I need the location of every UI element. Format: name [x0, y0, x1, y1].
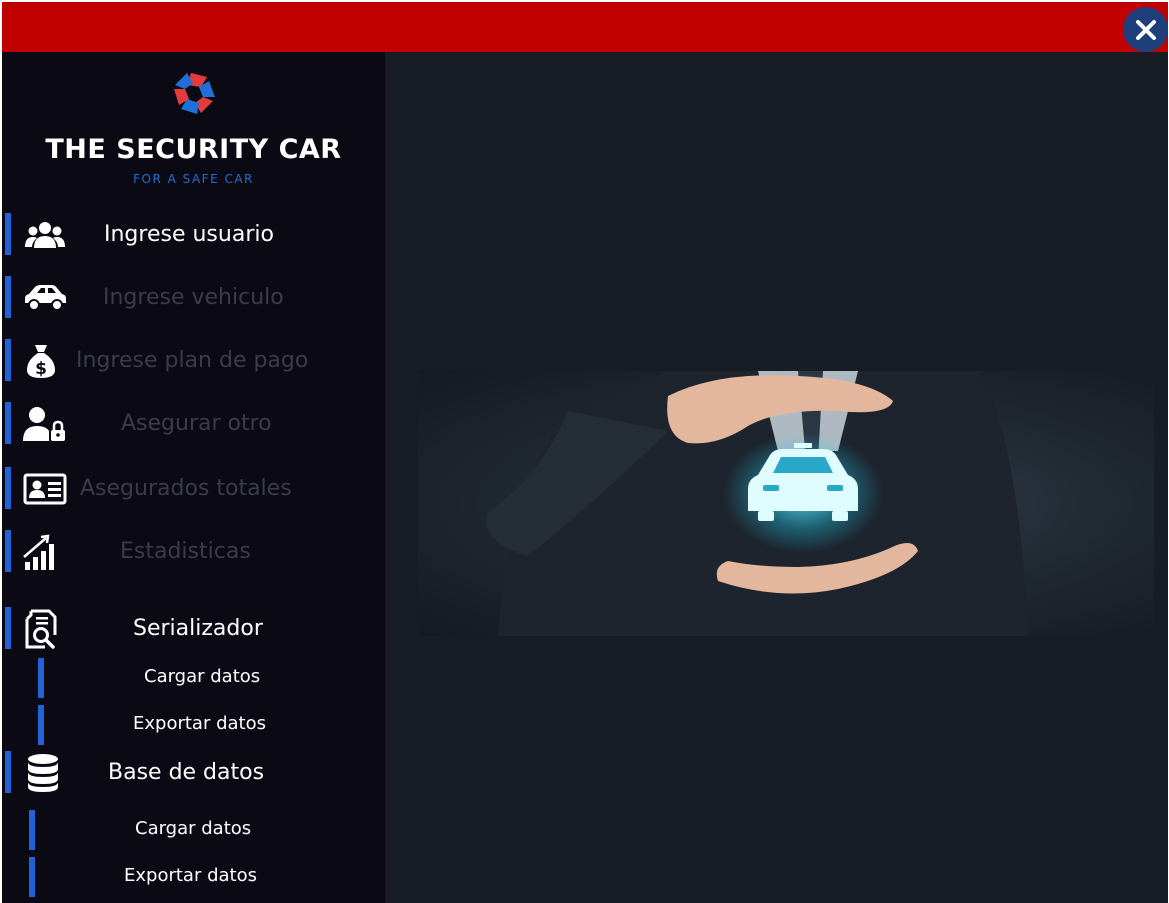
sub-label: Cargar datos [144, 666, 261, 687]
nav-ingrese-usuario[interactable]: Ingrese usuario [2, 210, 385, 260]
sub-indicator [29, 857, 35, 897]
nav-indicator [5, 276, 11, 318]
nav-indicator [5, 607, 11, 649]
nav-indicator [5, 339, 11, 381]
nav-base-de-datos[interactable]: Base de datos [2, 748, 385, 798]
sidebar: THE SECURITY CAR FOR A SAFE CAR Ingrese … [2, 52, 385, 903]
nav-indicator [5, 467, 11, 509]
hands-protecting-car-image [418, 371, 1154, 636]
sub-indicator [38, 705, 44, 745]
title-bar [2, 2, 1168, 52]
nav-asegurados-totales[interactable]: Asegurados totales [2, 464, 385, 514]
chart-icon [16, 533, 62, 571]
money-bag-icon: $ [18, 342, 64, 380]
serializador-exportar-datos[interactable]: Exportar datos [2, 703, 385, 747]
users-icon [22, 216, 68, 254]
serializador-cargar-datos[interactable]: Cargar datos [2, 656, 385, 700]
id-card-icon [22, 470, 68, 508]
nav-label: Ingrese usuario [104, 222, 274, 247]
brand-logo: THE SECURITY CAR FOR A SAFE CAR [2, 70, 385, 186]
basedatos-exportar-datos[interactable]: Exportar datos [2, 855, 385, 899]
nav-label: Base de datos [108, 760, 265, 785]
shutter-logo-icon [174, 73, 215, 114]
nav-label: Ingrese vehiculo [103, 285, 284, 310]
sub-label: Exportar datos [124, 865, 257, 886]
close-x-icon [1135, 19, 1156, 40]
nav-asegurar-otro[interactable]: Asegurar otro [2, 399, 385, 449]
nav-indicator [5, 751, 11, 793]
svg-text:$: $ [35, 359, 47, 379]
close-button[interactable] [1123, 7, 1168, 52]
nav-estadisticas[interactable]: Estadisticas [2, 527, 385, 577]
sub-label: Exportar datos [133, 713, 266, 734]
app-window: THE SECURITY CAR FOR A SAFE CAR Ingrese … [2, 2, 1168, 903]
nav-label: Asegurar otro [121, 411, 272, 436]
car-icon [22, 279, 68, 317]
nav-ingrese-vehiculo[interactable]: Ingrese vehiculo [2, 273, 385, 323]
nav-label: Estadisticas [120, 539, 251, 564]
nav-indicator [5, 402, 11, 444]
sub-indicator [29, 810, 35, 850]
nav-label: Asegurados totales [80, 476, 292, 501]
sub-label: Cargar datos [135, 818, 252, 839]
nav-ingrese-plan-de-pago[interactable]: $ Ingrese plan de pago [2, 336, 385, 386]
database-icon [20, 754, 66, 792]
sub-indicator [38, 658, 44, 698]
brand-title: THE SECURITY CAR [45, 134, 342, 165]
brand-tagline: FOR A SAFE CAR [133, 172, 254, 186]
nav-serializador[interactable]: Serializador [2, 604, 385, 654]
main-content [385, 52, 1168, 903]
nav-indicator [5, 530, 11, 572]
basedatos-cargar-datos[interactable]: Cargar datos [2, 808, 385, 852]
nav-label: Ingrese plan de pago [76, 348, 309, 373]
user-lock-icon [22, 405, 68, 443]
nav-label: Serializador [133, 616, 263, 641]
document-search-icon [18, 609, 64, 649]
nav-indicator [5, 213, 11, 255]
